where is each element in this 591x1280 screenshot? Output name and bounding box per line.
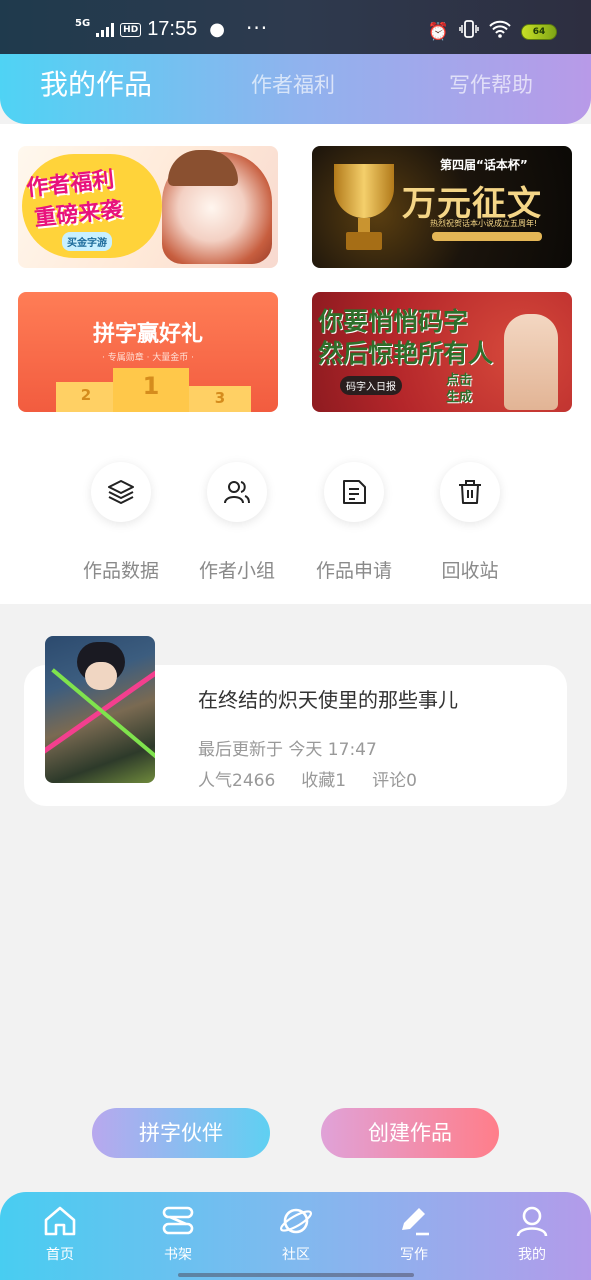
quick-actions: 作品数据 作者小组 作品申请 回收站: [0, 414, 591, 604]
work-comments: 评论0: [372, 771, 417, 791]
action-work-data[interactable]: 作品数据: [71, 462, 171, 583]
status-right: ⏰ 64: [428, 20, 557, 43]
trophy-icon: [334, 164, 394, 218]
cover-character-face: [85, 662, 117, 690]
document-icon: [324, 462, 384, 522]
trophy-stem: [358, 218, 370, 232]
nav-label: 我的: [518, 1247, 546, 1263]
contest-date-bar: [432, 232, 542, 241]
pinzi-partner-button[interactable]: 拼字伙伴: [92, 1108, 270, 1158]
layers-icon: [91, 462, 151, 522]
wifi-icon: [489, 20, 511, 43]
trophy-base: [346, 232, 382, 250]
status-bar: 5G HD 17:55 ● ··· ⏰ 64: [0, 0, 591, 62]
tab-author-welfare[interactable]: 作者福利: [251, 54, 335, 116]
status-time: 17:55: [147, 18, 198, 40]
trash-icon: [440, 462, 500, 522]
nav-writing[interactable]: 写作: [374, 1204, 454, 1264]
action-label: 作品申请: [315, 560, 392, 582]
bookshelf-icon: [162, 1206, 194, 1235]
create-work-button[interactable]: 创建作品: [321, 1108, 499, 1158]
nav-label: 社区: [282, 1247, 310, 1263]
pinzi-title: 拼字赢好礼: [92, 322, 203, 347]
banner-grid: 作者福利 重磅来袭 买金字游 第四届“话本杯” 万元征文 热烈祝贺话本小说成立五…: [0, 124, 591, 414]
action-recycle-bin[interactable]: 回收站: [420, 462, 520, 583]
battery-indicator: 64: [521, 23, 557, 40]
podium-third: 3: [189, 386, 251, 412]
nav-community[interactable]: 社区: [256, 1204, 336, 1264]
nav-label: 首页: [46, 1247, 74, 1263]
raised-fist-illustration: [504, 314, 558, 410]
code-banner-tag: 码字入日报: [340, 376, 402, 395]
nav-home[interactable]: 首页: [20, 1204, 100, 1264]
chat-bubble-icon: ●: [209, 19, 225, 40]
action-label: 作品数据: [82, 560, 159, 582]
bottom-nav: 首页 书架 社区 写作 我的: [0, 1192, 591, 1280]
hd-badge: HD: [120, 22, 142, 37]
home-icon: [44, 1206, 76, 1236]
work-cover-image[interactable]: [45, 636, 155, 783]
work-last-updated: 最后更新于 今天 17:47: [198, 740, 377, 760]
group-icon: [207, 462, 267, 522]
home-indicator[interactable]: [178, 1273, 414, 1277]
contest-edition: 第四届“话本杯”: [440, 158, 528, 172]
banner-essay-contest[interactable]: 第四届“话本杯” 万元征文 热烈祝贺话本小说成立五周年!: [312, 146, 572, 268]
alarm-icon: ⏰: [427, 21, 449, 42]
banner-author-welfare[interactable]: 作者福利 重磅来袭 买金字游: [18, 146, 278, 268]
vibrate-icon: [459, 20, 479, 43]
signal-icon: [96, 22, 115, 37]
banner-welfare-logo: 买金字游: [62, 232, 112, 251]
work-stats: 人气2466 收藏1 评论0: [198, 766, 417, 791]
banner-pinzi-prize[interactable]: 拼字赢好礼 · 专属勋章 · 大量金币 · 2 1 3: [18, 292, 278, 412]
header-tabs: 我的作品 作者福利 写作帮助: [0, 54, 591, 124]
pinzi-subtitle: · 专属勋章 · 大量金币 ·: [101, 353, 195, 363]
work-popularity: 人气2466: [198, 771, 276, 791]
pen-icon: [402, 1208, 429, 1236]
code-banner-line2: 然后惊艳所有人: [318, 339, 494, 368]
nav-label: 写作: [400, 1247, 428, 1263]
podium-first: 1: [113, 368, 189, 412]
action-label: 作者小组: [198, 560, 275, 582]
network-type: 5G: [75, 17, 91, 29]
user-icon: [516, 1206, 548, 1237]
tab-my-works[interactable]: 我的作品: [40, 54, 152, 116]
nav-bookshelf[interactable]: 书架: [138, 1204, 218, 1264]
action-author-group[interactable]: 作者小组: [187, 462, 287, 583]
nav-mine[interactable]: 我的: [492, 1204, 572, 1264]
work-favorites: 收藏1: [301, 771, 347, 791]
more-notifications: ···: [246, 16, 269, 40]
planet-icon: [279, 1208, 313, 1234]
status-left: 5G HD 17:55 ●: [75, 18, 225, 41]
action-work-apply[interactable]: 作品申请: [304, 462, 404, 583]
tab-writing-help[interactable]: 写作帮助: [449, 54, 533, 116]
contest-subtitle: 热烈祝贺话本小说成立五周年!: [430, 219, 538, 228]
code-banner-click: 点击生成: [446, 373, 473, 405]
podium-second: 2: [56, 382, 116, 412]
banner-code-writing[interactable]: 你要悄悄码字 然后惊艳所有人 码字入日报 点击生成: [312, 292, 572, 412]
action-label: 回收站: [441, 560, 499, 582]
work-title[interactable]: 在终结的炽天使里的那些事儿: [198, 684, 458, 713]
nav-label: 书架: [164, 1247, 192, 1263]
code-banner-line1: 你要悄悄码字: [318, 307, 469, 336]
